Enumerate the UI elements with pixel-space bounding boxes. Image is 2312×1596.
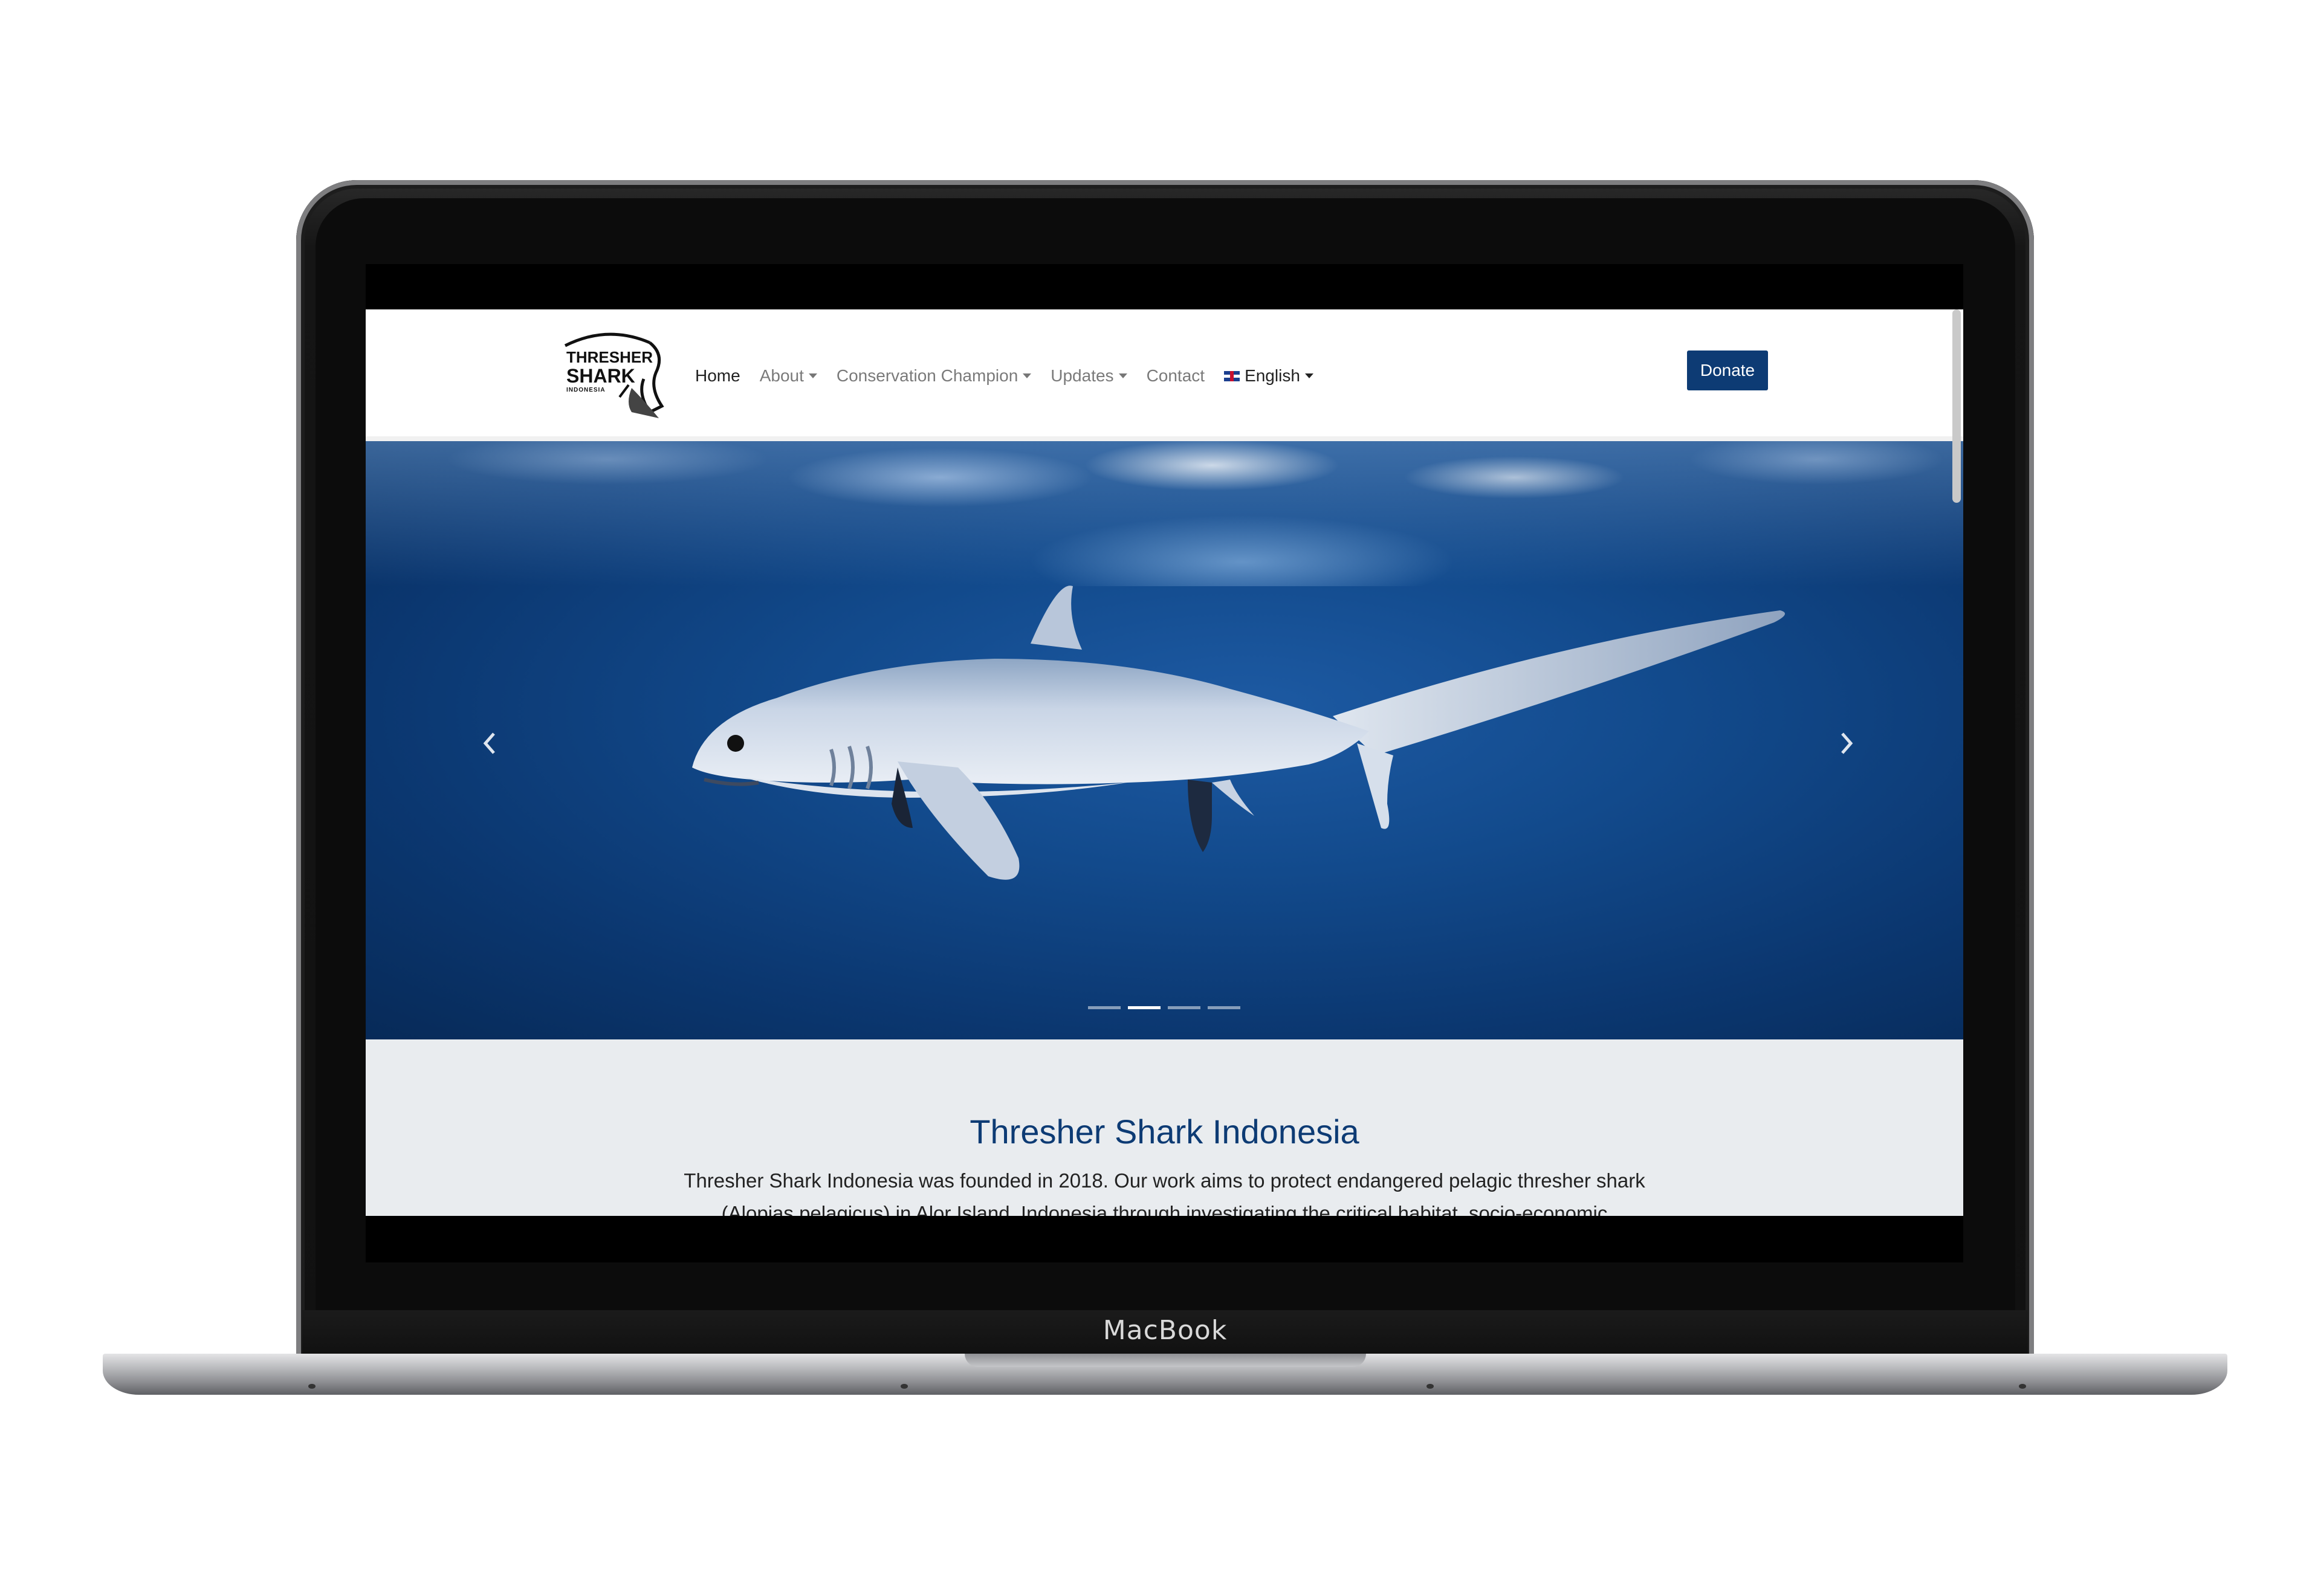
caret-down-icon	[1304, 373, 1313, 378]
site-navbar: THRESHER SHARK INDONESIA Home About Cons…	[366, 309, 1963, 441]
nav-conservation-champion[interactable]: Conservation Champion	[836, 366, 1032, 386]
laptop-foot	[2019, 1384, 2026, 1389]
laptop-screen: THRESHER SHARK INDONESIA Home About Cons…	[366, 264, 1963, 1262]
web-page: THRESHER SHARK INDONESIA Home About Cons…	[366, 309, 1963, 1261]
nav-home-label: Home	[695, 366, 740, 385]
carousel-indicator[interactable]	[1088, 1006, 1121, 1009]
laptop-foot	[1426, 1384, 1434, 1389]
laptop-foot	[308, 1384, 316, 1389]
laptop-notch	[965, 1354, 1366, 1367]
hero-carousel	[366, 441, 1963, 1039]
carousel-indicator[interactable]	[1168, 1006, 1200, 1009]
language-label: English	[1245, 366, 1300, 385]
donate-button[interactable]: Donate	[1687, 351, 1768, 390]
nav-contact[interactable]: Contact	[1147, 366, 1205, 386]
nav-conservation-champion-label: Conservation Champion	[836, 366, 1018, 385]
page-scrollbar[interactable]	[1952, 309, 1961, 503]
uk-flag-icon	[1224, 370, 1240, 381]
nav-about-label: About	[759, 366, 804, 385]
nav-home[interactable]: Home	[695, 366, 740, 386]
thresher-shark-image	[692, 586, 1785, 880]
caret-down-icon	[1023, 373, 1032, 378]
logo-line-2: SHARK	[566, 365, 635, 387]
caret-down-icon	[808, 373, 817, 378]
nav-updates-label: Updates	[1051, 366, 1114, 385]
carousel-prev-button[interactable]	[478, 725, 502, 761]
nav-updates[interactable]: Updates	[1051, 366, 1127, 386]
language-selector[interactable]: English	[1224, 366, 1313, 386]
main-nav: Home About Conservation Champion Updates…	[695, 363, 1333, 389]
carousel-indicator-active[interactable]	[1128, 1006, 1161, 1009]
intro-title: Thresher Shark Indonesia	[970, 1113, 1359, 1151]
device-label: MacBook	[1103, 1315, 1228, 1346]
logo-line-3: INDONESIA	[566, 387, 606, 393]
laptop-foot	[901, 1384, 908, 1389]
carousel-next-button[interactable]	[1834, 725, 1859, 761]
chevron-left-icon	[483, 732, 495, 754]
carousel-indicators	[1088, 1006, 1240, 1009]
nav-about[interactable]: About	[760, 366, 817, 386]
screen-bottom-bar	[366, 1216, 1963, 1262]
chevron-right-icon	[1841, 732, 1853, 754]
caret-down-icon	[1118, 373, 1127, 378]
site-logo[interactable]: THRESHER SHARK INDONESIA	[559, 321, 674, 424]
carousel-indicator[interactable]	[1208, 1006, 1240, 1009]
nav-contact-label: Contact	[1146, 366, 1205, 385]
logo-line-1: THRESHER	[566, 348, 653, 366]
